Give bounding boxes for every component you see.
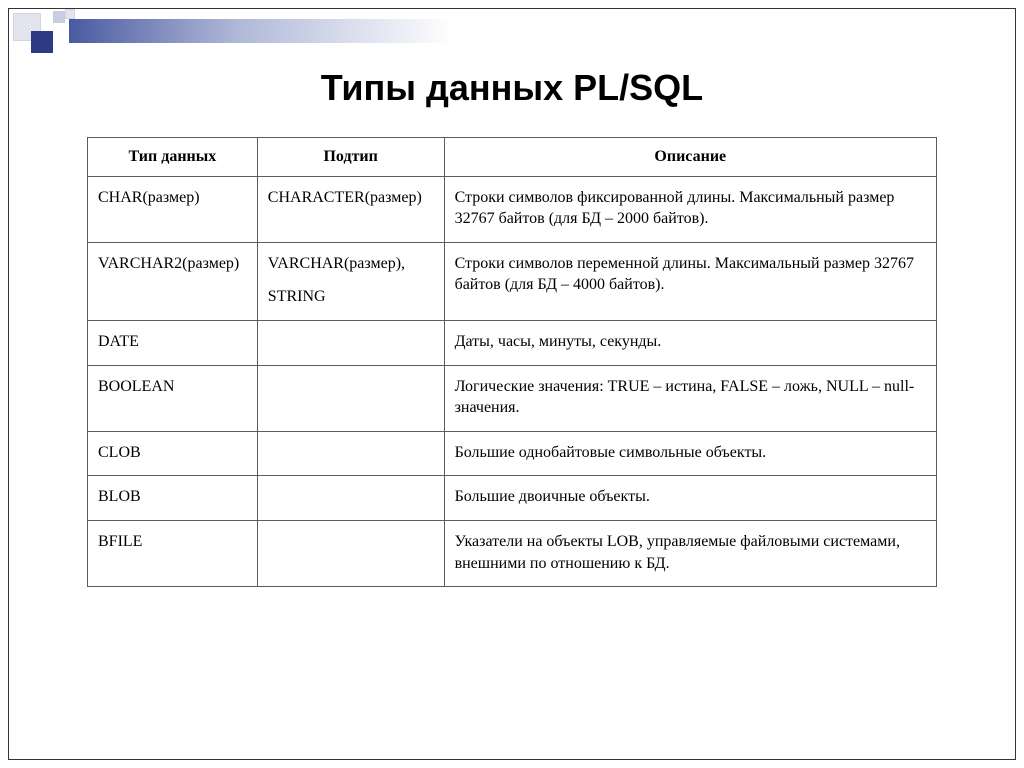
cell-type: VARCHAR2(размер) [88, 242, 258, 320]
cell-subtype [257, 365, 444, 431]
cell-subtype [257, 476, 444, 521]
header-type: Тип данных [88, 138, 258, 177]
table-row: VARCHAR2(размер) VARCHAR(размер), STRING… [88, 242, 937, 320]
cell-desc: Большие двоичные объекты. [444, 476, 936, 521]
table-row: DATE Даты, часы, минуты, секунды. [88, 320, 937, 365]
cell-desc: Строки символов фиксированной длины. Мак… [444, 176, 936, 242]
gradient-bar [69, 19, 549, 43]
page-title: Типы данных PL/SQL [9, 67, 1015, 109]
header-desc: Описание [444, 138, 936, 177]
cell-desc: Большие однобайтовые символьные объекты. [444, 431, 936, 476]
table-header-row: Тип данных Подтип Описание [88, 138, 937, 177]
slide-frame: Типы данных PL/SQL Тип данных Подтип Опи… [8, 8, 1016, 760]
header-subtype: Подтип [257, 138, 444, 177]
table-row: BLOB Большие двоичные объекты. [88, 476, 937, 521]
subtype-b: STRING [268, 286, 434, 308]
cell-type: CHAR(размер) [88, 176, 258, 242]
cell-desc: Даты, часы, минуты, секунды. [444, 320, 936, 365]
cell-type: BFILE [88, 520, 258, 586]
cell-subtype [257, 431, 444, 476]
data-types-table: Тип данных Подтип Описание CHAR(размер) … [87, 137, 937, 587]
cell-subtype: VARCHAR(размер), STRING [257, 242, 444, 320]
table-row: BFILE Указатели на объекты LOB, управляе… [88, 520, 937, 586]
corner-decoration [9, 9, 229, 51]
table-row: CLOB Большие однобайтовые символьные объ… [88, 431, 937, 476]
cell-type: BOOLEAN [88, 365, 258, 431]
cell-type: CLOB [88, 431, 258, 476]
table-row: BOOLEAN Логические значения: TRUE – исти… [88, 365, 937, 431]
cell-subtype [257, 520, 444, 586]
cell-subtype [257, 320, 444, 365]
data-types-table-wrap: Тип данных Подтип Описание CHAR(размер) … [87, 137, 937, 587]
cell-desc: Указатели на объекты LOB, управляемые фа… [444, 520, 936, 586]
cell-desc: Логические значения: TRUE – истина, FALS… [444, 365, 936, 431]
cell-subtype: CHARACTER(размер) [257, 176, 444, 242]
cell-type: BLOB [88, 476, 258, 521]
cell-type: DATE [88, 320, 258, 365]
subtype-a: CHARACTER(размер) [268, 187, 434, 209]
table-row: CHAR(размер) CHARACTER(размер) Строки си… [88, 176, 937, 242]
subtype-a: VARCHAR(размер), [268, 253, 434, 275]
cell-desc: Строки символов переменной длины. Максим… [444, 242, 936, 320]
